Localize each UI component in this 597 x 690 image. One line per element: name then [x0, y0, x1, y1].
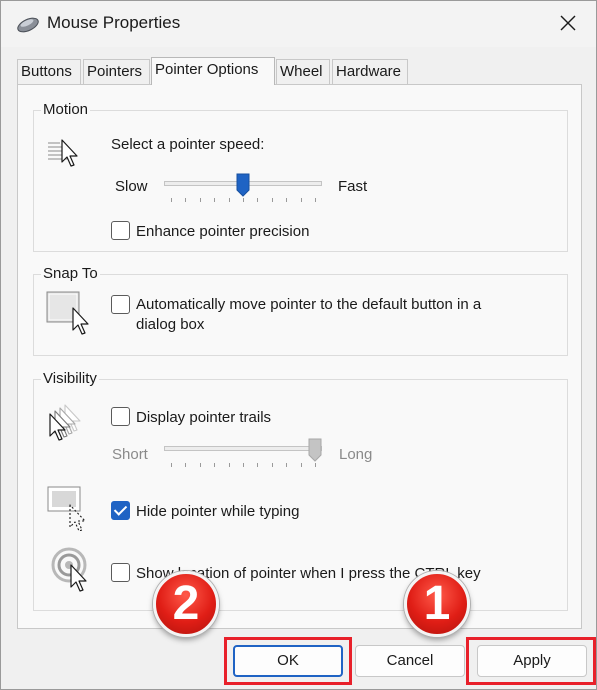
- pointer-speed-label: Select a pointer speed:: [111, 136, 265, 153]
- hide-while-typing-label: Hide pointer while typing: [136, 503, 300, 520]
- trails-long-label: Long: [339, 446, 373, 463]
- slider-tick: [214, 198, 215, 202]
- slider-tick: [229, 463, 230, 467]
- tab-wheel[interactable]: Wheel: [276, 59, 330, 84]
- pointer-speed-icon: [48, 139, 78, 167]
- pointer-options-panel: Motion Select a pointer speed: Slow Fast…: [17, 84, 582, 629]
- snap-to-group-title: Snap To: [41, 265, 100, 283]
- slider-tick: [315, 463, 316, 467]
- tab-hardware[interactable]: Hardware: [332, 59, 408, 84]
- speed-fast-label: Fast: [338, 178, 368, 195]
- step-2-badge: 2: [153, 571, 219, 637]
- trails-short-label: Short: [112, 446, 148, 463]
- cancel-button[interactable]: Cancel: [355, 645, 465, 677]
- tab-pointer-options[interactable]: Pointer Options: [151, 57, 275, 85]
- slider-tick: [200, 198, 201, 202]
- enhance-precision-checkbox[interactable]: [111, 221, 130, 240]
- close-icon: [560, 15, 576, 31]
- slider-tick: [171, 198, 172, 202]
- visibility-group-title: Visibility: [41, 370, 99, 388]
- auto-move-pointer-label-line1: Automatically move pointer to the defaul…: [136, 296, 482, 313]
- auto-move-pointer-checkbox[interactable]: [111, 295, 130, 314]
- show-location-ctrl-checkbox[interactable]: [111, 563, 130, 582]
- tab-pointers[interactable]: Pointers: [83, 59, 150, 84]
- slider-tick: [214, 463, 215, 467]
- pointer-trails-checkbox[interactable]: [111, 407, 130, 426]
- slider-tick: [257, 198, 258, 202]
- speed-slider-ticks: [164, 198, 322, 202]
- slider-tick: [272, 198, 273, 202]
- slider-tick: [243, 198, 244, 202]
- pointer-location-icon: [51, 547, 87, 592]
- slider-tick: [301, 198, 302, 202]
- step-1-badge: 1: [404, 571, 470, 637]
- slider-tick: [286, 463, 287, 467]
- hide-while-typing-checkbox[interactable]: [111, 501, 130, 520]
- close-button[interactable]: [548, 5, 588, 41]
- speed-slow-label: Slow: [115, 178, 148, 195]
- trail-slider-thumb[interactable]: [308, 438, 322, 462]
- slider-tick: [286, 198, 287, 202]
- slider-tick: [171, 463, 172, 467]
- mouse-icon: [17, 17, 39, 33]
- hide-pointer-icon: [47, 486, 86, 531]
- pointer-speed-slider[interactable]: [164, 173, 322, 206]
- apply-button[interactable]: Apply: [477, 645, 587, 677]
- slider-tick: [301, 463, 302, 467]
- speed-slider-thumb[interactable]: [236, 173, 250, 197]
- pointer-trails-label: Display pointer trails: [136, 409, 272, 426]
- slider-tick: [315, 198, 316, 202]
- slider-tick: [185, 463, 186, 467]
- auto-move-pointer-label-line2: dialog box: [136, 316, 205, 333]
- motion-group-title: Motion: [41, 101, 91, 119]
- trail-slider-ticks: [164, 463, 322, 467]
- tab-buttons[interactable]: Buttons: [17, 59, 81, 84]
- pointer-trails-icon: [49, 404, 81, 441]
- slider-tick: [257, 463, 258, 467]
- slider-tick: [200, 463, 201, 467]
- slider-tick: [185, 198, 186, 202]
- enhance-precision-label: Enhance pointer precision: [136, 223, 310, 240]
- pointer-trail-length-slider[interactable]: [164, 438, 322, 471]
- trail-slider-track: [164, 446, 322, 451]
- window-title: Mouse Properties: [47, 13, 181, 32]
- snap-to-button-icon: [46, 291, 89, 335]
- snap-to-group: Snap To: [33, 265, 568, 356]
- mouse-properties-dialog: Mouse Properties Buttons Pointers Pointe…: [0, 0, 597, 690]
- slider-tick: [229, 198, 230, 202]
- slider-tick: [243, 463, 244, 467]
- title-bar[interactable]: Mouse Properties: [1, 1, 596, 47]
- ok-button[interactable]: OK: [233, 645, 343, 677]
- slider-tick: [272, 463, 273, 467]
